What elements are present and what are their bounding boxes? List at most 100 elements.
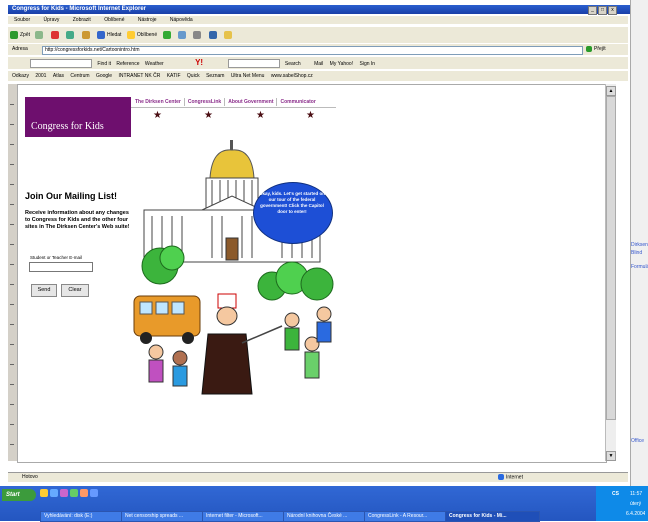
send-button[interactable]: Send [31, 284, 57, 297]
minimize-button[interactable]: _ [588, 6, 597, 15]
quick-launch-icon[interactable] [40, 489, 48, 497]
start-button[interactable]: Start [2, 489, 36, 501]
nav-communicator[interactable]: Communicator [277, 98, 318, 106]
clock-date: 6.4.2004 [626, 511, 646, 517]
link-item[interactable]: www.sabelShop.cz [271, 71, 313, 81]
sign-in-button[interactable]: Sign In [360, 61, 376, 67]
go-arrow-icon [586, 45, 592, 52]
kid-body [304, 351, 320, 379]
capitol-dome [209, 149, 255, 179]
link-item[interactable]: 2001 [35, 71, 46, 81]
clear-button[interactable]: Clear [61, 284, 89, 297]
link-item[interactable]: INTRANET NK ČR [118, 71, 160, 81]
maximize-button[interactable]: □ [598, 6, 607, 15]
taskbar-button-active[interactable]: Congress for Kids - Mi... [445, 511, 540, 522]
yahoo-mail-button[interactable]: Mail [314, 61, 323, 67]
folder-button[interactable] [222, 29, 236, 41]
menu-item-tools[interactable]: Nástroje [132, 17, 157, 23]
yahoo-search-input[interactable] [30, 59, 92, 69]
quick-launch-icon[interactable] [80, 489, 88, 497]
star-icon: ★ [256, 110, 265, 121]
find-it-button[interactable]: Find it [97, 61, 111, 67]
mail-button[interactable] [176, 29, 190, 41]
quick-launch-icon[interactable] [50, 489, 58, 497]
edit-button[interactable] [207, 29, 221, 41]
menu-item-help[interactable]: Nápověda [164, 17, 193, 23]
yahoo-search-button[interactable]: Search [285, 61, 301, 67]
link-item[interactable]: KATIF [167, 71, 181, 81]
taskbar-button[interactable]: Internet filter - Microsoft... [202, 511, 285, 522]
forward-button[interactable] [33, 29, 47, 41]
bus-window [155, 301, 169, 315]
email-label: Student or Teacher E-mail [30, 255, 82, 260]
link-item[interactable]: Centrum [70, 71, 89, 81]
scroll-up-arrow-icon[interactable]: ▲ [606, 86, 616, 96]
refresh-button[interactable] [64, 29, 78, 41]
weather-button[interactable]: Weather [145, 61, 164, 67]
site-nav: The Dirksen Center CongressLink About Gove… [132, 98, 319, 106]
star-icon: ★ [306, 110, 315, 121]
kid-face [284, 312, 300, 328]
status-bar: Hotovo [8, 472, 628, 482]
uncle-sam-face [216, 306, 238, 326]
bg-link[interactable]: Blind [631, 250, 648, 256]
capitol-door[interactable] [225, 237, 239, 261]
refresh-icon [66, 30, 75, 39]
kid-body [172, 365, 188, 387]
quick-launch-icon[interactable] [60, 489, 68, 497]
taskbar-button[interactable]: CongressLink - A Resour... [364, 511, 447, 522]
search-button[interactable]: Hledat [95, 29, 123, 41]
scroll-down-arrow-icon[interactable]: ▼ [606, 451, 616, 461]
email-input[interactable] [29, 262, 93, 272]
menu-item-edit[interactable]: Úpravy [38, 17, 60, 23]
go-button[interactable]: Přejít [586, 45, 610, 54]
link-item[interactable]: Ultra Net Menu [231, 71, 265, 81]
link-item[interactable]: Quick [187, 71, 200, 81]
history-button[interactable] [161, 29, 175, 41]
uncle-sam-hat [217, 293, 237, 309]
edit-icon [208, 30, 217, 39]
star-icon: ★ [153, 110, 162, 121]
address-input[interactable]: http://congressforkids.net/Cartoonintro.… [42, 46, 583, 55]
bg-link[interactable]: Dirksen [631, 242, 648, 248]
nav-congresslink[interactable]: CongressLink [185, 98, 226, 106]
nav-dirksen-center[interactable]: The Dirksen Center [132, 98, 185, 106]
forward-arrow-icon [35, 30, 44, 39]
stop-button[interactable] [49, 29, 63, 41]
scroll-thumb[interactable] [606, 96, 616, 420]
clock-time[interactable]: 11:57 [630, 491, 642, 497]
taskbar-button[interactable]: Net censorship spreads ... [121, 511, 204, 522]
link-item[interactable]: Seznam [206, 71, 224, 81]
quick-launch-icon[interactable] [70, 489, 78, 497]
bg-link[interactable]: Formulář [631, 264, 648, 270]
quick-launch-icon[interactable] [90, 489, 98, 497]
taskbar-button[interactable]: Národní knihovna České ... [283, 511, 366, 522]
close-button[interactable]: x [608, 6, 617, 15]
back-button[interactable]: Zpět [8, 29, 32, 41]
favorites-button[interactable]: Oblíbené [125, 29, 159, 41]
address-label: Adresa [12, 46, 28, 52]
star-icon [126, 30, 135, 39]
yahoo-web-search-input[interactable] [228, 59, 281, 69]
bg-link[interactable]: Office [631, 438, 648, 444]
menu-item-favorites[interactable]: Oblíbené [98, 17, 124, 23]
home-button[interactable] [80, 29, 94, 41]
bus-wheel [140, 332, 152, 344]
language-indicator[interactable]: CS [612, 491, 619, 497]
uncle-sam-coat [201, 333, 253, 395]
capitol-cartoon-illustration[interactable] [132, 138, 342, 400]
kid-body [316, 321, 332, 343]
print-button[interactable] [191, 29, 205, 41]
tree-left-2 [159, 245, 185, 271]
taskbar-button[interactable]: Vyhledávání: disk (E:) [40, 511, 123, 522]
link-item[interactable]: Google [96, 71, 112, 81]
menu-item-view[interactable]: Zobrazit [67, 17, 91, 23]
mailing-list-title: Join Our Mailing List! [25, 191, 117, 201]
link-item[interactable]: Atlas [53, 71, 64, 81]
my-yahoo-button[interactable]: My Yahoo! [330, 61, 353, 67]
menu-item-file[interactable]: Soubor [8, 17, 30, 23]
folder-icon [224, 30, 233, 39]
site-title: Congress for Kids [31, 121, 104, 132]
nav-about-government[interactable]: About Government [225, 98, 278, 106]
reference-button[interactable]: Reference [116, 61, 139, 67]
